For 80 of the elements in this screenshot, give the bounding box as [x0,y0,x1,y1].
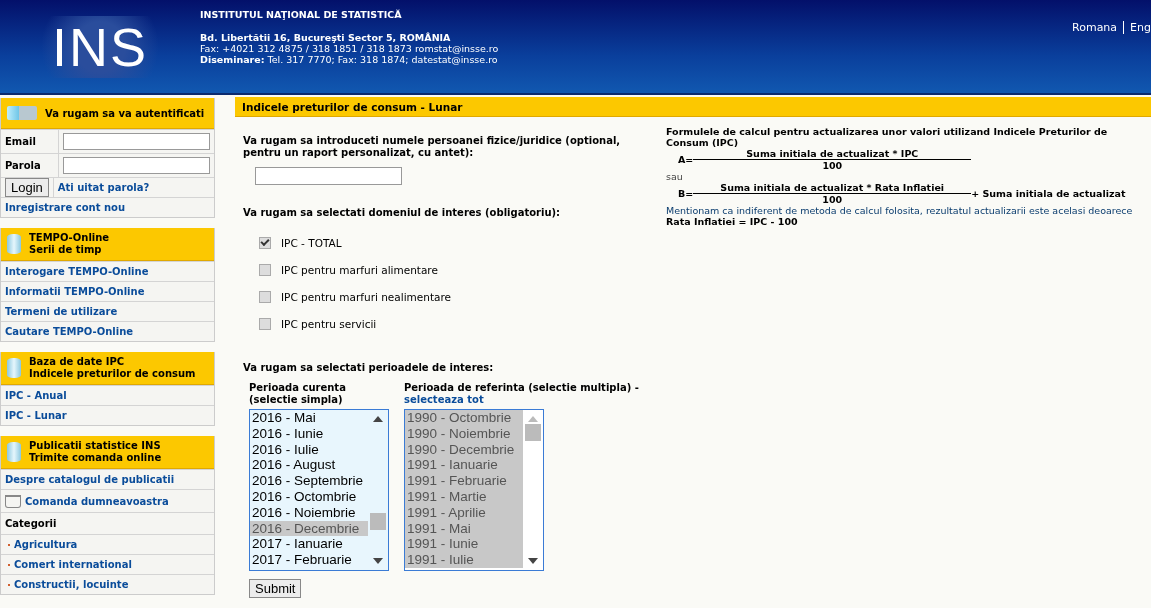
address-text: Bd. Libertătii 16, Bucureşti Sector 5, ROMÂNIA [200,32,452,43]
checkbox-label: IPC - TOTAL [281,237,342,249]
menu-link[interactable]: Interogare TEMPO-Online [5,263,149,280]
field-label: Parola [1,154,59,177]
checkbox-label: IPC pentru marfuri nealimentare [281,291,452,303]
database-icon [7,442,21,462]
menu-link[interactable]: Comanda dumneavoastra [25,492,169,510]
name-input-field[interactable] [255,167,402,185]
domain-prompt: Va rugam sa selectati domeniul de interes (obligatoriu): [243,207,562,219]
list-box[interactable]: 2016 - Mai 2016 - Iunie 2016 - Iulie 2016 - August 2016 - Septembrie 2016 - Octombrie 2016 - Noiembrie 2016 - Decembrie 2017 - Ianuarie 2017 - Februarie [249,409,389,571]
list-option[interactable]: 1991 - Februarie [405,473,523,489]
menu-link[interactable]: Cautare TEMPO-Online [5,323,134,340]
page-title-bar: Indicele preturilor de consum - Lunar [235,97,1151,117]
list-option[interactable]: 1990 - Octombrie [405,410,523,426]
section-heading: Categorii [5,517,57,531]
list-option[interactable]: 1991 - Iunie [405,536,523,553]
panel-title: Baza de date IPC [29,356,126,368]
checkbox[interactable] [259,237,271,249]
formula-denominator: 100 [822,194,843,205]
fax-text: Fax: +4021 312 4875 / 318 1851 / 318 1873 romstat@insse.ro [200,43,499,54]
formula-denominator: 100 [822,160,843,171]
list-option[interactable]: 2016 - Noiembrie [250,504,368,521]
panel-title: Va rugam sa va autentificati [45,107,205,119]
list-label: Perioada de referinta (selectie multipla) - [404,382,640,394]
language-link[interactable]: Romana [1066,21,1124,34]
list-option[interactable]: 2016 - Octombrie [250,489,368,505]
list-option[interactable]: 1991 - Ianuarie [405,457,523,474]
category-link[interactable]: Agricultura [14,536,78,553]
checkbox[interactable] [259,318,271,330]
register-link[interactable]: Inregistrare cont nou [1,199,130,216]
formula-label: A= [678,154,694,165]
checkbox-label: IPC pentru marfuri alimentare [281,264,438,276]
dissemination-text: Diseminare: Tel. 317 7770; Fax: 318 1874; datestat@insse.ro [200,54,499,65]
menu-link[interactable]: Despre catalogul de publicatii [5,471,175,488]
list-option[interactable]: 2016 - August [250,457,368,474]
panel-title: Indicele preturilor de consum [29,368,196,380]
menu-link[interactable]: Termeni de utilizare [5,303,118,320]
field-label: Email [1,130,59,153]
institute-title: INSTITUTUL NAŢIONAL DE STATISTICĂ [200,9,403,20]
panel-title: Serii de timp [29,244,103,256]
list-option[interactable]: 2017 - Ianuarie [250,536,368,553]
list-box[interactable]: 1990 - Octombrie 1990 - Noiembrie 1990 - Decembrie 1991 - Ianuarie 1991 - Februarie 1991 - Martie 1991 - Aprilie 1991 - Mai 1991 - Iunie 1991 - Iulie [404,409,544,571]
category-link[interactable]: Constructii, locuinte [14,576,129,593]
input-field[interactable] [63,157,210,174]
language-link[interactable]: Eng [1123,21,1151,34]
forgot-password-link[interactable]: Ati uitat parola? [53,179,154,196]
checkbox-label: IPC pentru servicii [281,318,377,330]
list-option[interactable]: 2016 - Decembrie [250,520,368,537]
list-label: Perioada curenta (selectie simpla) [249,382,347,406]
menu-link[interactable]: IPC - Anual [5,387,67,404]
checkbox[interactable] [259,291,271,303]
menu-link[interactable]: IPC - Lunar [5,407,67,424]
list-option[interactable]: 1991 - Iulie [405,552,523,568]
list-option[interactable]: 2016 - Mai [250,410,368,426]
input-field[interactable] [63,133,210,150]
panel-title: Trimite comanda online [29,452,162,464]
note-text: Mentionam ca indiferent de metoda de calcul folosita, rezultatul actualizarii este acelasi deoarece [666,205,1134,216]
conclusion-text: Rata Inflatiei = IPC - 100 [666,216,799,227]
login-button[interactable]: Login [5,178,49,197]
category-link[interactable]: Comert international [14,556,132,573]
list-option[interactable]: 2016 - Iulie [250,441,368,458]
panel-title: TEMPO-Online [29,232,110,244]
select-all-link[interactable]: selecteaza tot [404,394,652,406]
menu-link[interactable]: Informatii TEMPO-Online [5,283,145,300]
formula-label: B= [678,188,694,199]
formula-numerator: Suma initiala de actualizat * Rata Inflatiei [693,182,972,194]
formula-intro: Formulele de calcul pentru actualizarea unor valori utilizand Indicele Preturilor de Consum (IPC) [666,126,1109,148]
list-option[interactable]: 2017 - Februarie [250,552,368,568]
checkbox[interactable] [259,264,271,276]
formula-suffix: + Suma initiala de actualizat [971,188,1126,199]
name-prompt: Va rugam sa introduceti numele persoanei fizice/juridice (optional, pentru un raport personalizat, cu antet): [243,135,622,159]
formula-numerator: Suma initiala de actualizat * IPC [693,148,972,160]
database-icon [7,234,21,254]
list-option[interactable]: 2016 - Iunie [250,425,368,442]
separator-text: sau [666,171,684,182]
panel-title: Publicatii statistice INS [29,440,162,452]
list-option[interactable]: 2016 - Septembrie [250,473,368,489]
periods-prompt: Va rugam sa selectati perioadele de interes: [243,362,495,374]
database-icon [7,358,21,378]
submit-button[interactable]: Submit [249,579,302,598]
